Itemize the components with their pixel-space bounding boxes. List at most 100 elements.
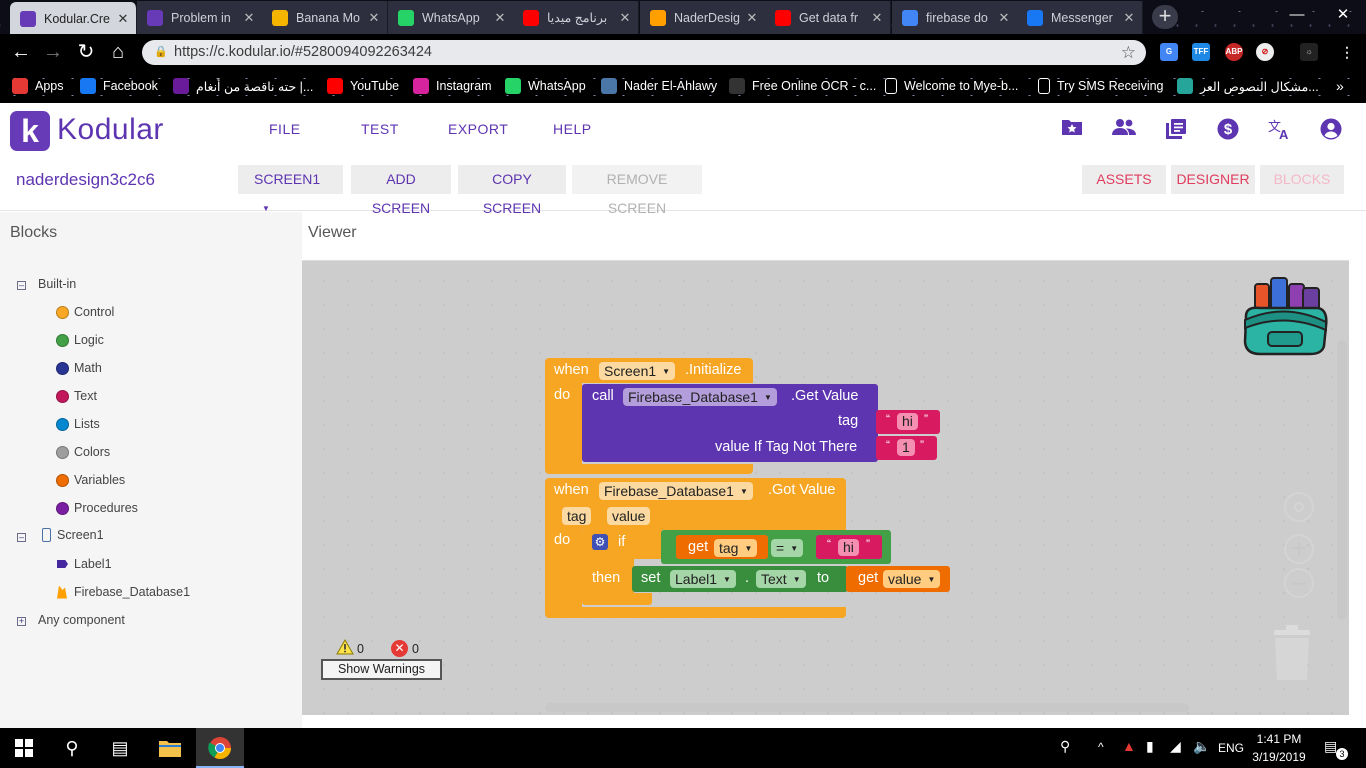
tab-close-icon[interactable]: ✕ [997,10,1011,26]
clock-date[interactable]: 3/19/2019 [1252,750,1306,764]
expand-any-component-icon[interactable]: + [17,617,26,626]
address-bar[interactable]: 🔒 https://c.kodular.io/#5280094092263424… [142,40,1146,65]
browser-tab[interactable]: WhatsApp ✕ [388,1,514,34]
tree-category-math[interactable]: Math [56,361,102,375]
tree-category-text[interactable]: Text [56,389,97,403]
browser-tab[interactable]: Get data fr ✕ [765,1,891,34]
menu-test[interactable]: TEST [361,121,399,137]
block-ext-icon[interactable]: ⊘ [1256,43,1274,61]
tab-close-icon[interactable]: ✕ [116,11,130,27]
clock-time[interactable]: 1:41 PM [1255,732,1303,746]
browser-tab[interactable]: Messenger ✕ [1017,1,1143,34]
tree-any-component[interactable]: Any component [38,613,125,627]
forward-icon[interactable]: → [41,40,65,64]
tree-category-colors[interactable]: Colors [56,445,110,459]
bookmark-item[interactable]: مشكال النصوص العر... [1177,77,1319,95]
bookmark-item[interactable]: Facebook [80,77,158,95]
screen-select[interactable]: SCREEN1 ▼ [238,165,343,213]
browser-tab[interactable]: Banana Mo ✕ [262,1,388,34]
battery-icon[interactable]: ▮ [1146,738,1154,755]
new-tab-button[interactable]: + [1152,5,1178,29]
text-value-hi[interactable]: hi [897,413,918,430]
set-label-text-block[interactable] [632,566,848,592]
menu-file[interactable]: FILE [269,121,301,137]
bookmark-item[interactable]: Free Online OCR - c... [729,77,876,95]
language-indicator[interactable]: ENG [1218,741,1244,755]
tree-category-variables[interactable]: Variables [56,473,125,487]
add-screen-button[interactable]: ADD SCREEN [351,165,451,216]
back-icon[interactable]: ← [9,40,33,64]
tab-close-icon[interactable]: ✕ [1122,10,1136,26]
chrome-taskbar-icon[interactable] [196,728,244,768]
home-icon[interactable]: ⌂ [106,40,130,64]
get-value-dropdown[interactable]: value ▼ [883,570,941,588]
text-value-1[interactable]: 1 [897,439,915,456]
wifi-icon[interactable]: ◢ [1170,738,1181,755]
backpack-icon[interactable] [1240,272,1330,363]
browser-tab[interactable]: firebase do ✕ [892,1,1018,34]
kodular-logo-icon[interactable]: k [10,111,50,151]
search-icon[interactable]: ⚲ [48,728,96,768]
bookmark-item[interactable]: Instagram [413,77,492,95]
tab-close-icon[interactable]: ✕ [242,10,256,26]
tray-chevron-icon[interactable]: ^ [1098,740,1104,754]
firebase-event-dropdown[interactable]: Firebase_Database1 ▼ [599,482,753,500]
bookmark-item[interactable]: Welcome to Mye-b... [885,77,1018,95]
menu-export[interactable]: EXPORT [448,121,508,137]
set-component-dropdown[interactable]: Label1 ▼ [670,570,736,588]
adblock-ext-icon[interactable]: ABP [1225,43,1243,61]
browser-menu-icon[interactable]: ⋮ [1338,43,1356,61]
close-window-button[interactable]: ✕ [1320,0,1366,30]
translate-icon[interactable]: 文A [1268,118,1292,142]
vertical-scrollbar[interactable] [1337,340,1347,620]
google-translate-ext-icon[interactable]: G [1160,43,1178,61]
tree-screen1[interactable]: Screen1 [42,528,104,542]
param-value[interactable]: value [607,507,651,525]
remove-screen-button[interactable]: REMOVE SCREEN [572,165,702,216]
bookmark-star-icon[interactable]: ☆ [1121,40,1136,65]
tab-close-icon[interactable]: ✕ [745,10,759,26]
collapse-screen1-icon[interactable]: – [17,533,26,542]
param-tag[interactable]: tag [562,507,592,525]
set-property-dropdown[interactable]: Text ▼ [756,570,806,588]
browser-tab[interactable]: برنامج ميديا ✕ [513,1,639,34]
ext-misc-icon[interactable]: ☼ [1300,43,1318,61]
get-tag-dropdown[interactable]: tag ▼ [714,539,758,557]
horizontal-scrollbar[interactable] [545,703,1189,712]
tab-close-icon[interactable]: ✕ [493,10,507,26]
tree-label1[interactable]: Label1 [57,557,112,571]
blocks-button[interactable]: BLOCKS [1260,165,1344,194]
show-warnings-button[interactable]: Show Warnings [321,659,442,680]
browser-tab[interactable]: NaderDesig ✕ [640,1,766,34]
bookmark-item[interactable]: YouTube [327,77,399,95]
minimize-button[interactable]: — [1274,0,1320,30]
bookmarks-more-icon[interactable]: » [1336,77,1344,95]
bookmark-item[interactable]: WhatsApp [505,77,586,95]
bookmark-item[interactable]: Apps [12,77,64,95]
account-icon[interactable] [1319,118,1343,142]
collapse-builtin-icon[interactable]: – [17,281,26,290]
assets-button[interactable]: ASSETS [1082,165,1166,194]
zoom-out-icon[interactable]: – [1284,568,1314,598]
designer-button[interactable]: DESIGNER [1171,165,1255,194]
tab-close-icon[interactable]: ✕ [870,10,884,26]
tree-category-logic[interactable]: Logic [56,333,104,347]
people-icon[interactable] [1112,118,1136,142]
tree-category-procedures[interactable]: Procedures [56,501,138,515]
compare-text-value[interactable]: hi [838,539,859,556]
bookmark-item[interactable]: Try SMS Receiving [1038,77,1164,95]
volume-icon[interactable]: 🔈 [1193,738,1210,755]
file-explorer-icon[interactable] [146,728,194,768]
zoom-in-icon[interactable]: + [1284,534,1314,564]
people-tray-icon[interactable]: ⚲ [1060,738,1070,755]
tree-firebase-database1[interactable]: Firebase_Database1 [57,585,190,599]
tray-app-icon[interactable]: ▲ [1122,738,1136,754]
dollar-icon[interactable]: $ [1216,118,1240,142]
reload-icon[interactable]: ↻ [74,40,98,64]
tree-category-control[interactable]: Control [56,305,114,319]
gear-mutator-icon[interactable]: ⚙ [592,534,608,550]
tab-close-icon[interactable]: ✕ [618,10,632,26]
tab-close-icon[interactable]: ✕ [367,10,381,26]
library-books-icon[interactable] [1164,118,1188,142]
tree-category-lists[interactable]: Lists [56,417,100,431]
